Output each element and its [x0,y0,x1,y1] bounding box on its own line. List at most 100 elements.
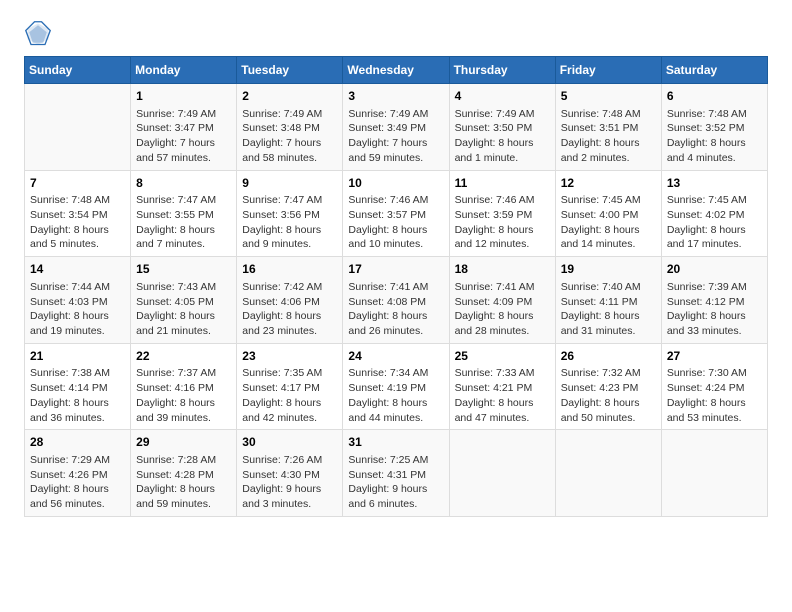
day-info: Sunrise: 7:41 AM Sunset: 4:08 PM Dayligh… [348,280,443,339]
day-number: 18 [455,261,550,278]
calendar-cell: 5 Sunrise: 7:48 AM Sunset: 3:51 PM Daylig… [555,84,661,171]
calendar-cell: 18 Sunrise: 7:41 AM Sunset: 4:09 PM Dayli… [449,257,555,344]
day-info: Sunrise: 7:35 AM Sunset: 4:17 PM Dayligh… [242,366,337,425]
day-info: Sunrise: 7:45 AM Sunset: 4:02 PM Dayligh… [667,193,762,252]
day-number: 23 [242,348,337,365]
calendar-cell: 12Sunrise: 7:45 AM Sunset: 4:00 PM Dayli… [555,170,661,257]
day-info: Sunrise: 7:32 AM Sunset: 4:23 PM Dayligh… [561,366,656,425]
day-number: 5 [561,88,656,105]
calendar-cell [661,430,767,517]
calendar-cell: 30 Sunrise: 7:26 AM Sunset: 4:30 PM Dayli… [237,430,343,517]
calendar-cell: 2Sunrise: 7:49 AM Sunset: 3:48 PM Daylig… [237,84,343,171]
day-info: Sunrise: 7:48 AM Sunset: 3:52 PM Dayligh… [667,107,762,166]
calendar-cell: 7Sunrise: 7:48 AM Sunset: 3:54 PM Daylig… [25,170,131,257]
calendar-cell: 29 Sunrise: 7:28 AM Sunset: 4:28 PM Dayli… [131,430,237,517]
day-info: Sunrise: 7:26 AM Sunset: 4:30 PM Dayligh… [242,453,337,512]
day-info: Sunrise: 7:40 AM Sunset: 4:11 PM Dayligh… [561,280,656,339]
calendar-cell: 26Sunrise: 7:32 AM Sunset: 4:23 PM Dayli… [555,343,661,430]
day-info: Sunrise: 7:42 AM Sunset: 4:06 PM Dayligh… [242,280,337,339]
day-number: 10 [348,175,443,192]
day-number: 25 [455,348,550,365]
calendar-cell: 27Sunrise: 7:30 AM Sunset: 4:24 PM Dayli… [661,343,767,430]
calendar-cell: 15 Sunrise: 7:43 AM Sunset: 4:05 PM Dayli… [131,257,237,344]
day-number: 7 [30,175,125,192]
day-of-week-header: Wednesday [343,57,449,84]
day-of-week-header: Sunday [25,57,131,84]
day-of-week-header: Saturday [661,57,767,84]
day-info: Sunrise: 7:34 AM Sunset: 4:19 PM Dayligh… [348,366,443,425]
day-info: Sunrise: 7:41 AM Sunset: 4:09 PM Dayligh… [455,280,550,339]
day-number: 29 [136,434,231,451]
day-info: Sunrise: 7:38 AM Sunset: 4:14 PM Dayligh… [30,366,125,425]
day-number: 15 [136,261,231,278]
calendar-cell: 28Sunrise: 7:29 AM Sunset: 4:26 PM Dayli… [25,430,131,517]
page-header [24,20,768,48]
day-number: 11 [455,175,550,192]
calendar-cell: 19 Sunrise: 7:40 AM Sunset: 4:11 PM Dayli… [555,257,661,344]
day-of-week-header: Thursday [449,57,555,84]
calendar-cell: 31 Sunrise: 7:25 AM Sunset: 4:31 PM Dayli… [343,430,449,517]
calendar-week-row: 1Sunrise: 7:49 AM Sunset: 3:47 PM Daylig… [25,84,768,171]
calendar-cell: 17 Sunrise: 7:41 AM Sunset: 4:08 PM Dayli… [343,257,449,344]
day-number: 13 [667,175,762,192]
calendar-week-row: 21Sunrise: 7:38 AM Sunset: 4:14 PM Dayli… [25,343,768,430]
day-info: Sunrise: 7:46 AM Sunset: 3:59 PM Dayligh… [455,193,550,252]
day-info: Sunrise: 7:49 AM Sunset: 3:48 PM Dayligh… [242,107,337,166]
day-number: 30 [242,434,337,451]
day-number: 28 [30,434,125,451]
day-number: 21 [30,348,125,365]
calendar-cell: 11Sunrise: 7:46 AM Sunset: 3:59 PM Dayli… [449,170,555,257]
calendar-cell: 13Sunrise: 7:45 AM Sunset: 4:02 PM Dayli… [661,170,767,257]
day-number: 4 [455,88,550,105]
calendar-header-row: SundayMondayTuesdayWednesdayThursdayFrid… [25,57,768,84]
calendar-cell: 14Sunrise: 7:44 AM Sunset: 4:03 PM Dayli… [25,257,131,344]
calendar-cell: 25Sunrise: 7:33 AM Sunset: 4:21 PM Dayli… [449,343,555,430]
calendar-cell: 4 Sunrise: 7:49 AM Sunset: 3:50 PM Daylig… [449,84,555,171]
calendar-week-row: 28Sunrise: 7:29 AM Sunset: 4:26 PM Dayli… [25,430,768,517]
calendar-week-row: 14Sunrise: 7:44 AM Sunset: 4:03 PM Dayli… [25,257,768,344]
calendar-table: SundayMondayTuesdayWednesdayThursdayFrid… [24,56,768,517]
day-info: Sunrise: 7:48 AM Sunset: 3:51 PM Dayligh… [561,107,656,166]
logo-icon [24,20,52,48]
day-number: 27 [667,348,762,365]
day-info: Sunrise: 7:46 AM Sunset: 3:57 PM Dayligh… [348,193,443,252]
day-of-week-header: Tuesday [237,57,343,84]
day-info: Sunrise: 7:49 AM Sunset: 3:49 PM Dayligh… [348,107,443,166]
calendar-cell: 20Sunrise: 7:39 AM Sunset: 4:12 PM Dayli… [661,257,767,344]
day-info: Sunrise: 7:47 AM Sunset: 3:55 PM Dayligh… [136,193,231,252]
day-info: Sunrise: 7:25 AM Sunset: 4:31 PM Dayligh… [348,453,443,512]
day-info: Sunrise: 7:39 AM Sunset: 4:12 PM Dayligh… [667,280,762,339]
calendar-cell: 21Sunrise: 7:38 AM Sunset: 4:14 PM Dayli… [25,343,131,430]
day-info: Sunrise: 7:45 AM Sunset: 4:00 PM Dayligh… [561,193,656,252]
calendar-cell: 1Sunrise: 7:49 AM Sunset: 3:47 PM Daylig… [131,84,237,171]
day-info: Sunrise: 7:37 AM Sunset: 4:16 PM Dayligh… [136,366,231,425]
calendar-cell [25,84,131,171]
day-info: Sunrise: 7:33 AM Sunset: 4:21 PM Dayligh… [455,366,550,425]
day-number: 9 [242,175,337,192]
day-of-week-header: Friday [555,57,661,84]
calendar-week-row: 7Sunrise: 7:48 AM Sunset: 3:54 PM Daylig… [25,170,768,257]
calendar-cell: 16 Sunrise: 7:42 AM Sunset: 4:06 PM Dayli… [237,257,343,344]
day-number: 22 [136,348,231,365]
day-number: 8 [136,175,231,192]
day-number: 12 [561,175,656,192]
calendar-cell: 8Sunrise: 7:47 AM Sunset: 3:55 PM Daylig… [131,170,237,257]
day-number: 19 [561,261,656,278]
day-info: Sunrise: 7:43 AM Sunset: 4:05 PM Dayligh… [136,280,231,339]
calendar-cell: 10Sunrise: 7:46 AM Sunset: 3:57 PM Dayli… [343,170,449,257]
calendar-cell [449,430,555,517]
calendar-cell: 23Sunrise: 7:35 AM Sunset: 4:17 PM Dayli… [237,343,343,430]
day-info: Sunrise: 7:28 AM Sunset: 4:28 PM Dayligh… [136,453,231,512]
day-number: 16 [242,261,337,278]
day-number: 31 [348,434,443,451]
calendar-cell: 3Sunrise: 7:49 AM Sunset: 3:49 PM Daylig… [343,84,449,171]
day-info: Sunrise: 7:49 AM Sunset: 3:47 PM Dayligh… [136,107,231,166]
day-info: Sunrise: 7:48 AM Sunset: 3:54 PM Dayligh… [30,193,125,252]
day-number: 17 [348,261,443,278]
day-number: 26 [561,348,656,365]
day-number: 14 [30,261,125,278]
calendar-cell: 24Sunrise: 7:34 AM Sunset: 4:19 PM Dayli… [343,343,449,430]
day-info: Sunrise: 7:49 AM Sunset: 3:50 PM Dayligh… [455,107,550,166]
day-of-week-header: Monday [131,57,237,84]
day-info: Sunrise: 7:47 AM Sunset: 3:56 PM Dayligh… [242,193,337,252]
